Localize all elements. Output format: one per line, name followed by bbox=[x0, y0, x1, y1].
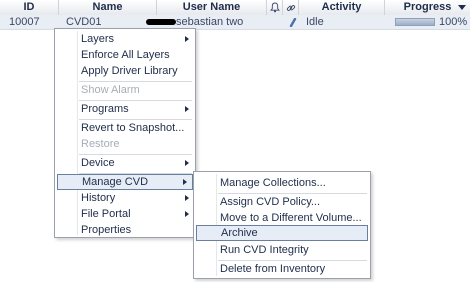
menu-item-move-to-different-volume[interactable]: Move to a Different Volume... bbox=[194, 210, 370, 226]
link-icon bbox=[286, 4, 295, 11]
menu-item-label: Manage CVD bbox=[82, 176, 149, 188]
menu-item-apply-driver-library[interactable]: Apply Driver Library bbox=[55, 63, 195, 79]
cell-user-name: sebastian two bbox=[176, 16, 244, 28]
column-header-user-name[interactable]: User Name bbox=[157, 0, 267, 15]
menu-item-run-cvd-integrity[interactable]: Run CVD Integrity bbox=[194, 242, 370, 258]
column-header-alarm[interactable] bbox=[267, 0, 283, 15]
link-status-icon bbox=[289, 17, 297, 31]
menu-item-enforce-all-layers[interactable]: Enforce All Layers bbox=[55, 47, 195, 63]
submenu-arrow-icon bbox=[183, 179, 187, 185]
menu-item-delete-from-inventory[interactable]: Delete from Inventory bbox=[194, 261, 370, 277]
context-menu: Layers Enforce All Layers Apply Driver L… bbox=[54, 28, 196, 238]
cell-progress-text: 100% bbox=[439, 16, 468, 28]
menu-item-label: Device bbox=[81, 157, 115, 169]
menu-item-show-alarm: Show Alarm bbox=[81, 84, 140, 96]
column-header-activity[interactable]: Activity bbox=[299, 0, 385, 15]
menu-item-revert-to-snapshot[interactable]: Revert to Snapshot... bbox=[55, 120, 195, 136]
menu-item-manage-cvd[interactable]: Manage CVD bbox=[57, 174, 193, 190]
progress-bar-fill bbox=[396, 19, 434, 25]
menu-item-programs[interactable]: Programs bbox=[55, 101, 195, 117]
cell-activity: Idle bbox=[306, 16, 324, 28]
cell-name: CVD01 bbox=[66, 16, 102, 28]
table-header: ID Name User Name Activity Progress bbox=[0, 0, 470, 16]
menu-item-properties[interactable]: Properties bbox=[55, 222, 195, 238]
menu-item-label: History bbox=[81, 192, 116, 204]
menu-item-manage-collections[interactable]: Manage Collections... bbox=[194, 175, 370, 191]
menu-item-file-portal[interactable]: File Portal bbox=[55, 206, 195, 222]
progress-bar bbox=[395, 18, 435, 26]
submenu-arrow-icon bbox=[185, 211, 189, 217]
submenu-arrow-icon bbox=[185, 195, 189, 201]
menu-item-layers[interactable]: Layers bbox=[55, 31, 195, 47]
menu-item-device[interactable]: Device bbox=[55, 155, 195, 171]
manage-cvd-submenu: Manage Collections... Assign CVD Policy.… bbox=[193, 171, 371, 279]
menu-item-assign-cvd-policy[interactable]: Assign CVD Policy... bbox=[194, 194, 370, 210]
submenu-arrow-icon bbox=[185, 36, 189, 42]
redaction-mark bbox=[146, 19, 176, 25]
menu-item-label: File Portal bbox=[81, 208, 131, 220]
menu-item-history[interactable]: History bbox=[55, 190, 195, 206]
menu-item-restore: Restore bbox=[81, 138, 120, 150]
column-header-name[interactable]: Name bbox=[59, 0, 157, 15]
menu-item-label: Programs bbox=[81, 103, 129, 115]
menu-item-label: Layers bbox=[81, 33, 115, 45]
bell-icon bbox=[269, 2, 280, 13]
column-header-id[interactable]: ID bbox=[0, 0, 59, 15]
cell-id: 10007 bbox=[9, 16, 40, 28]
submenu-arrow-icon bbox=[185, 106, 189, 112]
sort-descending-icon[interactable] bbox=[458, 5, 466, 10]
column-header-link[interactable] bbox=[283, 0, 299, 15]
menu-item-archive[interactable]: Archive bbox=[196, 225, 368, 241]
submenu-arrow-icon bbox=[185, 160, 189, 166]
